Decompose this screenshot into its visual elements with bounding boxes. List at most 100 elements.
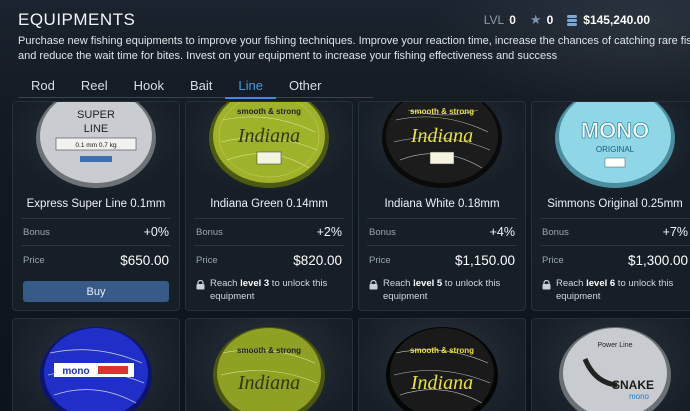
bonus-row: Bonus +0% [23,223,169,241]
equipment-card[interactable]: smooth & strong Indiana Indiana Green 0.… [185,101,353,311]
equipment-grid: SUPER LINE 0.1 mm 0.7 kg Express Super L… [0,101,690,411]
item-image: smooth & strong Indiana [186,102,352,190]
tab-hook[interactable]: Hook [121,73,177,98]
spool-brand-1: smooth & strong [410,346,474,355]
line-spool-image: smooth & strong Indiana [386,327,498,411]
spool-brand-2: LINE [84,123,108,135]
equipment-card[interactable]: SUPER LINE 0.1 mm 0.7 kg Express Super L… [12,101,180,311]
spool-brand-1: SUPER [77,109,115,121]
lock-icon [542,280,551,290]
item-image: smooth & strong Indiana [359,319,525,411]
description-text: Purchase new fishing equipments to impro… [18,34,690,64]
bonus-value: +2% [316,225,342,239]
price-value: $1,300.00 [627,252,688,268]
required-level: level 5 [413,278,443,289]
equipment-card[interactable]: smooth & strong Indiana [358,318,526,411]
bonus-row: Bonus +4% [369,223,515,241]
spool-brand-2: Indiana [410,372,473,394]
bonus-label: Bonus [23,226,50,238]
divider [21,245,171,246]
line-spool-image: smooth & strong Indiana [209,102,329,188]
item-image: mono [13,319,179,411]
price-row: Price $650.00 [23,251,169,269]
lock-icon [369,280,378,290]
spool-brand-2: ORIGINAL [596,145,635,154]
description-line-1: Purchase new fishing equipments to impro… [18,35,690,47]
tab-line[interactable]: Line [225,73,276,99]
tab-rod[interactable]: Rod [18,73,68,98]
level-label: LVL [483,13,505,27]
bonus-value: +4% [489,225,515,239]
spool-brand-2: Indiana [237,372,300,394]
unlock-text: Reach level 5 to unlock this equipment [383,278,501,302]
item-name: Indiana Green 0.14mm [210,198,328,210]
tab-reel[interactable]: Reel [68,73,121,98]
line-spool-image: smooth & strong Indiana [213,327,325,411]
required-level: level 3 [240,278,270,289]
stars-value: 0 [546,13,554,27]
unlock-text: Reach level 3 to unlock this equipment [210,278,328,302]
divider [194,218,344,219]
unlock-requirement: Reach level 5 to unlock this equipment [369,277,519,303]
item-name: Express Super Line 0.1mm [26,198,166,210]
bonus-label: Bonus [369,226,396,238]
star-icon: ★ [529,12,542,27]
bonus-label: Bonus [196,226,223,238]
equipment-card[interactable]: smooth & strong Indiana Indiana White 0.… [358,101,526,311]
line-spool-image: Power Line SNAKE mono [559,327,671,411]
item-image: MONO ORIGINAL [532,102,690,190]
item-name: Indiana White 0.18mm [384,198,500,210]
item-name: Simmons Original 0.25mm [547,198,683,210]
bonus-row: Bonus +2% [196,223,342,241]
money-stat: $145,240.00 [567,13,650,27]
price-row: Price $1,150.00 [369,251,515,269]
divider [540,218,690,219]
category-tabs: Rod Reel Hook Bait Line Other [18,73,373,99]
level-value: 0 [509,13,516,27]
line-spool-image: smooth & strong Indiana [382,102,502,188]
equipment-card[interactable]: smooth & strong Indiana [185,318,353,411]
level-stat: LVL 0 [484,13,516,27]
equipment-card[interactable]: mono [12,318,180,411]
equipment-card[interactable]: Power Line SNAKE mono [531,318,690,411]
price-value: $820.00 [293,252,342,268]
item-image: Power Line SNAKE mono [532,319,690,411]
tab-bait[interactable]: Bait [177,73,225,98]
equipment-card[interactable]: MONO ORIGINAL Simmons Original 0.25mm Bo… [531,101,690,311]
divider [367,218,517,219]
money-value: $145,240.00 [583,13,650,27]
spool-brand-1: smooth & strong [410,107,474,116]
divider [367,245,517,246]
spool-brand-1: Power Line [597,342,632,349]
spool-brand-1: mono [62,366,89,377]
divider [194,245,344,246]
spool-brand-1: smooth & strong [237,346,301,355]
unlock-requirement: Reach level 6 to unlock this equipment [542,277,690,303]
buy-button[interactable]: Buy [23,281,169,302]
top-bar: EQUIPMENTS LVL 0 ★ 0 $145,240.00 [0,0,690,36]
price-label: Price [196,254,218,266]
bonus-value: +7% [662,225,688,239]
stars-stat: ★ 0 [530,12,553,28]
price-label: Price [23,254,45,266]
spool-brand-3: mono [629,392,650,401]
spool-brand-2: Indiana [237,125,300,147]
description-line-2: and reduce the wait time for bites. Inve… [18,50,558,62]
price-value: $650.00 [120,252,169,268]
price-row: Price $820.00 [196,251,342,269]
spool-brand-1: MONO [581,118,649,143]
bonus-value: +0% [143,225,169,239]
item-image: smooth & strong Indiana [359,102,525,190]
bonus-row: Bonus +7% [542,223,688,241]
spool-brand-2: Indiana [410,125,473,147]
money-stack-icon [567,14,578,26]
spool-spec: 0.1 mm 0.7 kg [75,142,117,149]
price-label: Price [369,254,391,266]
tab-other[interactable]: Other [276,73,335,98]
price-row: Price $1,300.00 [542,251,688,269]
line-spool-image: mono [40,327,152,411]
line-spool-image: SUPER LINE 0.1 mm 0.7 kg [36,102,156,188]
spool-brand-1: smooth & strong [237,107,301,116]
price-label: Price [542,254,564,266]
unlock-text: Reach level 6 to unlock this equipment [556,278,674,302]
